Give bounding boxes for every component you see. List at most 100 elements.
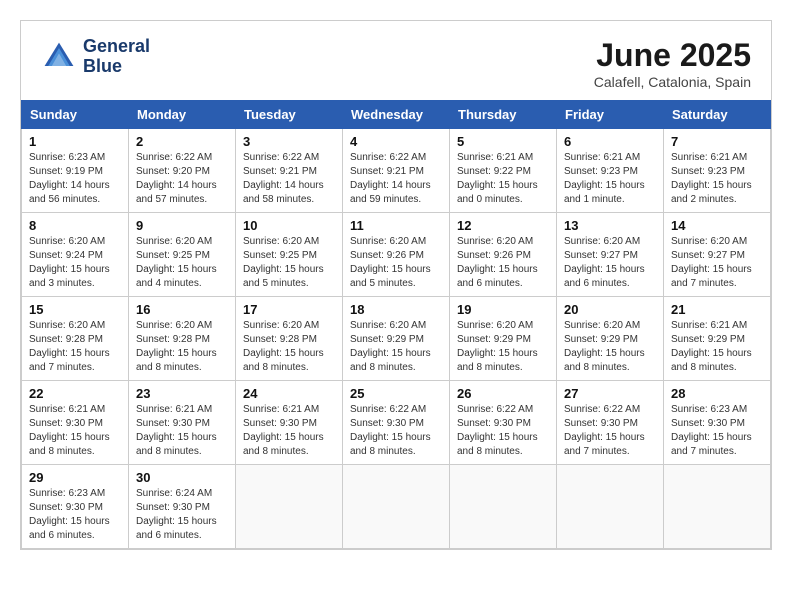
table-row: 18 Sunrise: 6:20 AMSunset: 9:29 PMDayligh… [343, 297, 450, 381]
table-row: 28 Sunrise: 6:23 AMSunset: 9:30 PMDayligh… [664, 381, 771, 465]
day-info: Sunrise: 6:20 AMSunset: 9:27 PMDaylight:… [564, 236, 645, 289]
table-row: 26Sunrise: 6:22 AMSunset: 9:30 PMDayligh… [450, 381, 557, 465]
table-row [343, 465, 450, 549]
table-row: 24Sunrise: 6:21 AMSunset: 9:30 PMDayligh… [236, 381, 343, 465]
day-info: Sunrise: 6:21 AMSunset: 9:30 PMDaylight:… [243, 404, 324, 457]
day-number: 1 [29, 134, 121, 149]
day-info: Sunrise: 6:21 AMSunset: 9:30 PMDaylight:… [29, 404, 110, 457]
logo-icon [41, 39, 77, 75]
table-row: 14 Sunrise: 6:20 AMSunset: 9:27 PMDayligh… [664, 213, 771, 297]
day-info: Sunrise: 6:20 AMSunset: 9:29 PMDaylight:… [564, 320, 645, 373]
day-number: 10 [243, 218, 335, 233]
day-info: Sunrise: 6:21 AMSunset: 9:22 PMDaylight:… [457, 152, 538, 205]
day-number: 20 [564, 302, 656, 317]
day-info: Sunrise: 6:20 AMSunset: 9:26 PMDaylight:… [457, 236, 538, 289]
day-number: 19 [457, 302, 549, 317]
day-info: Sunrise: 6:21 AMSunset: 9:29 PMDaylight:… [671, 320, 752, 373]
day-info: Sunrise: 6:21 AMSunset: 9:23 PMDaylight:… [671, 152, 752, 205]
day-info: Sunrise: 6:22 AMSunset: 9:30 PMDaylight:… [350, 404, 431, 457]
table-row: 7 Sunrise: 6:21 AMSunset: 9:23 PMDaylight… [664, 129, 771, 213]
day-number: 16 [136, 302, 228, 317]
logo-text: General Blue [83, 37, 150, 77]
day-number: 6 [564, 134, 656, 149]
day-number: 22 [29, 386, 121, 401]
day-number: 3 [243, 134, 335, 149]
day-info: Sunrise: 6:22 AMSunset: 9:21 PMDaylight:… [350, 152, 431, 205]
day-info: Sunrise: 6:20 AMSunset: 9:28 PMDaylight:… [243, 320, 324, 373]
day-info: Sunrise: 6:20 AMSunset: 9:26 PMDaylight:… [350, 236, 431, 289]
table-row: 29 Sunrise: 6:23 AMSunset: 9:30 PMDayligh… [22, 465, 129, 549]
calendar-week-row: 15 Sunrise: 6:20 AMSunset: 9:28 PMDayligh… [22, 297, 771, 381]
col-tuesday: Tuesday [236, 101, 343, 129]
table-row: 13 Sunrise: 6:20 AMSunset: 9:27 PMDayligh… [557, 213, 664, 297]
col-saturday: Saturday [664, 101, 771, 129]
col-thursday: Thursday [450, 101, 557, 129]
title-block: June 2025 Calafell, Catalonia, Spain [594, 37, 751, 90]
table-row: 23 Sunrise: 6:21 AMSunset: 9:30 PMDayligh… [129, 381, 236, 465]
table-row: 17 Sunrise: 6:20 AMSunset: 9:28 PMDayligh… [236, 297, 343, 381]
day-info: Sunrise: 6:23 AMSunset: 9:30 PMDaylight:… [29, 488, 110, 541]
table-row [664, 465, 771, 549]
table-row: 12 Sunrise: 6:20 AMSunset: 9:26 PMDayligh… [450, 213, 557, 297]
table-row: 21 Sunrise: 6:21 AMSunset: 9:29 PMDayligh… [664, 297, 771, 381]
table-row: 1 Sunrise: 6:23 AMSunset: 9:19 PMDaylight… [22, 129, 129, 213]
table-row: 4Sunrise: 6:22 AMSunset: 9:21 PMDaylight… [343, 129, 450, 213]
day-number: 8 [29, 218, 121, 233]
col-friday: Friday [557, 101, 664, 129]
table-row: 15 Sunrise: 6:20 AMSunset: 9:28 PMDayligh… [22, 297, 129, 381]
day-number: 25 [350, 386, 442, 401]
calendar-table: Sunday Monday Tuesday Wednesday Thursday… [21, 100, 771, 549]
table-row: 20 Sunrise: 6:20 AMSunset: 9:29 PMDayligh… [557, 297, 664, 381]
day-number: 9 [136, 218, 228, 233]
day-number: 5 [457, 134, 549, 149]
day-info: Sunrise: 6:20 AMSunset: 9:27 PMDaylight:… [671, 236, 752, 289]
table-row: 27 Sunrise: 6:22 AMSunset: 9:30 PMDayligh… [557, 381, 664, 465]
day-number: 23 [136, 386, 228, 401]
table-row: 2Sunrise: 6:22 AMSunset: 9:20 PMDaylight… [129, 129, 236, 213]
table-row [450, 465, 557, 549]
table-row: 10Sunrise: 6:20 AMSunset: 9:25 PMDayligh… [236, 213, 343, 297]
day-number: 18 [350, 302, 442, 317]
day-info: Sunrise: 6:20 AMSunset: 9:29 PMDaylight:… [350, 320, 431, 373]
calendar-week-row: 22 Sunrise: 6:21 AMSunset: 9:30 PMDayligh… [22, 381, 771, 465]
logo-line2: Blue [83, 56, 122, 76]
day-info: Sunrise: 6:22 AMSunset: 9:30 PMDaylight:… [457, 404, 538, 457]
table-row: 5 Sunrise: 6:21 AMSunset: 9:22 PMDaylight… [450, 129, 557, 213]
logo-line1: General [83, 36, 150, 56]
logo: General Blue [41, 37, 150, 77]
day-number: 30 [136, 470, 228, 485]
table-row: 16Sunrise: 6:20 AMSunset: 9:28 PMDayligh… [129, 297, 236, 381]
table-row: 22 Sunrise: 6:21 AMSunset: 9:30 PMDayligh… [22, 381, 129, 465]
table-row: 6Sunrise: 6:21 AMSunset: 9:23 PMDaylight… [557, 129, 664, 213]
day-info: Sunrise: 6:22 AMSunset: 9:30 PMDaylight:… [564, 404, 645, 457]
col-sunday: Sunday [22, 101, 129, 129]
calendar-week-row: 8 Sunrise: 6:20 AMSunset: 9:24 PMDaylight… [22, 213, 771, 297]
day-number: 29 [29, 470, 121, 485]
day-info: Sunrise: 6:22 AMSunset: 9:21 PMDaylight:… [243, 152, 324, 205]
day-info: Sunrise: 6:21 AMSunset: 9:30 PMDaylight:… [136, 404, 217, 457]
day-number: 13 [564, 218, 656, 233]
day-info: Sunrise: 6:20 AMSunset: 9:25 PMDaylight:… [136, 236, 217, 289]
day-info: Sunrise: 6:23 AMSunset: 9:30 PMDaylight:… [671, 404, 752, 457]
calendar-week-row: 1 Sunrise: 6:23 AMSunset: 9:19 PMDaylight… [22, 129, 771, 213]
table-row [557, 465, 664, 549]
day-info: Sunrise: 6:20 AMSunset: 9:28 PMDaylight:… [29, 320, 110, 373]
col-monday: Monday [129, 101, 236, 129]
day-number: 11 [350, 218, 442, 233]
table-row: 25 Sunrise: 6:22 AMSunset: 9:30 PMDayligh… [343, 381, 450, 465]
day-number: 12 [457, 218, 549, 233]
table-row: 19 Sunrise: 6:20 AMSunset: 9:29 PMDayligh… [450, 297, 557, 381]
day-number: 28 [671, 386, 763, 401]
day-number: 17 [243, 302, 335, 317]
day-number: 27 [564, 386, 656, 401]
day-info: Sunrise: 6:24 AMSunset: 9:30 PMDaylight:… [136, 488, 217, 541]
day-number: 2 [136, 134, 228, 149]
day-number: 14 [671, 218, 763, 233]
day-number: 21 [671, 302, 763, 317]
day-info: Sunrise: 6:23 AMSunset: 9:19 PMDaylight:… [29, 152, 110, 205]
day-info: Sunrise: 6:20 AMSunset: 9:29 PMDaylight:… [457, 320, 538, 373]
day-number: 15 [29, 302, 121, 317]
day-info: Sunrise: 6:20 AMSunset: 9:24 PMDaylight:… [29, 236, 110, 289]
calendar-week-row: 29 Sunrise: 6:23 AMSunset: 9:30 PMDayligh… [22, 465, 771, 549]
day-number: 7 [671, 134, 763, 149]
